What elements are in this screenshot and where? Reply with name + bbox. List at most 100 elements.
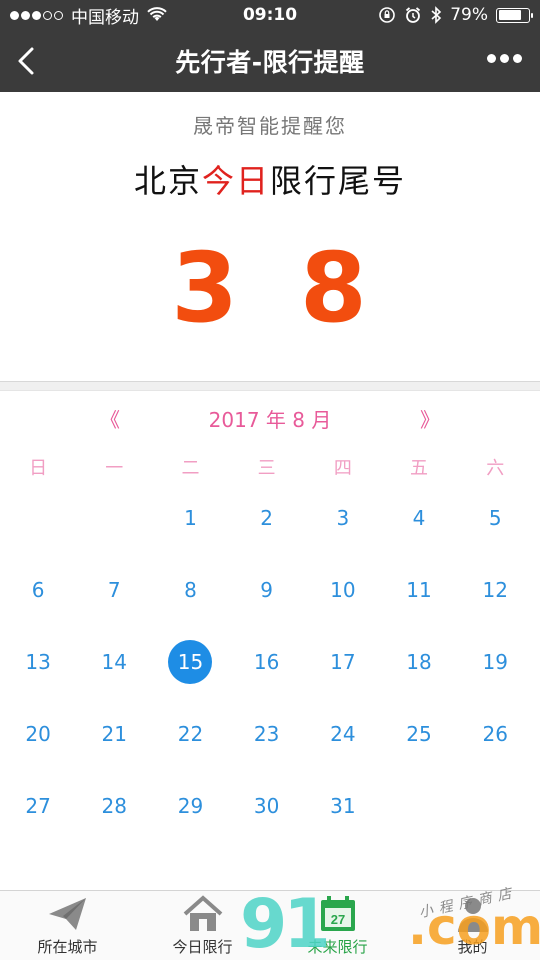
calendar-day[interactable]: 21 — [76, 698, 152, 770]
house-icon — [183, 895, 222, 931]
calendar-day[interactable]: 14 — [76, 626, 152, 698]
tab-city[interactable]: 所在城市 — [0, 891, 135, 960]
calendar-day[interactable]: 13 — [0, 626, 76, 698]
user-icon — [457, 898, 488, 932]
calendar-week-row: 1 2 3 4 5 — [0, 482, 540, 554]
city-label: 北京 — [133, 162, 202, 200]
today-label: 今日 — [201, 162, 270, 200]
calendar-day[interactable]: 27 — [0, 770, 76, 842]
tab-future[interactable]: 27 未来限行 — [270, 891, 405, 960]
calendar-day[interactable]: 31 — [305, 770, 381, 842]
calendar-day-number: 1 — [184, 506, 197, 530]
chevron-left-icon[interactable] — [14, 46, 38, 76]
calendar-day-number: 5 — [488, 506, 502, 530]
calendar-day-number: 26 — [482, 722, 508, 746]
status-bar: 中国移动 09:10 79% — [0, 0, 540, 30]
calendar-icon-badge: 27 — [330, 912, 344, 927]
calendar-day-number: 4 — [412, 506, 426, 530]
alarm-icon — [406, 7, 421, 23]
calendar-day[interactable]: 8 — [152, 554, 228, 626]
weekday-label: 二 — [181, 458, 200, 479]
calendar-day[interactable]: 6 — [0, 554, 76, 626]
calendar-day[interactable]: 2 — [229, 482, 305, 554]
calendar-day[interactable]: 7 — [76, 554, 152, 626]
calendar-day[interactable]: 23 — [229, 698, 305, 770]
calendar-day-number: 6 — [31, 578, 45, 602]
page-title: 先行者-限行提醒 — [175, 48, 365, 77]
calendar-day-number: 19 — [482, 650, 508, 674]
calendar-day-number: 13 — [25, 650, 51, 674]
calendar-day-number: 23 — [253, 722, 280, 746]
calendar-day-number: 17 — [330, 650, 356, 674]
calendar-day[interactable]: 24 — [305, 698, 381, 770]
battery-fill — [498, 10, 522, 20]
calendar-day-number: 3 — [336, 506, 350, 530]
weekday-label: 日 — [29, 458, 48, 479]
calendar-day-number: 16 — [253, 650, 280, 674]
calendar-day[interactable]: 28 — [76, 770, 152, 842]
calendar-icon: 27 — [320, 896, 355, 931]
calendar-day-number: 11 — [406, 578, 432, 602]
calendar-day[interactable]: 9 — [229, 554, 305, 626]
tab-mine-label: 我的 — [457, 938, 488, 956]
rotation-lock-icon — [379, 7, 396, 23]
calendar-day[interactable]: 3 — [305, 482, 381, 554]
calendar-day[interactable]: 17 — [305, 626, 381, 698]
weekday-label: 三 — [257, 458, 276, 479]
status-time: 09:10 — [242, 5, 298, 25]
restricted-digit-1: 3 — [171, 232, 240, 344]
calendar-day-number: 10 — [330, 578, 356, 602]
calendar-day[interactable]: 20 — [0, 698, 76, 770]
calendar-day[interactable]: 19 — [457, 626, 533, 698]
paper-plane-icon — [48, 898, 86, 930]
restricted-digit-2: 8 — [300, 232, 369, 344]
calendar-day[interactable]: 4 — [381, 482, 457, 554]
weekday-label: 六 — [486, 458, 505, 479]
wifi-icon — [147, 7, 167, 21]
calendar-empty-cell — [457, 770, 533, 842]
tab-bar: 所在城市 今日限行 27 未来限行 我的 — [0, 890, 540, 960]
calendar-day[interactable]: 29 — [152, 770, 228, 842]
more-dots-icon[interactable] — [487, 54, 522, 63]
calendar-day[interactable]: 10 — [305, 554, 381, 626]
tab-mine[interactable]: 我的 — [405, 891, 540, 960]
calendar-day[interactable]: 18 — [381, 626, 457, 698]
calendar-day-selected[interactable]: 15 — [152, 626, 228, 698]
calendar-day[interactable]: 22 — [152, 698, 228, 770]
calendar-day-number: 25 — [406, 722, 432, 746]
weekday-label: 五 — [410, 458, 429, 479]
tab-city-label: 所在城市 — [37, 938, 98, 956]
calendar-day[interactable]: 25 — [381, 698, 457, 770]
nav-bar: 先行者-限行提醒 — [0, 30, 540, 92]
weekday-label: 四 — [333, 458, 352, 479]
bluetooth-icon — [431, 6, 442, 24]
calendar-week-row: 6 7 8 9 10 11 12 — [0, 554, 540, 626]
calendar-week-row: 13 14 15 16 17 18 19 — [0, 626, 540, 698]
calendar-day-number: 12 — [482, 578, 508, 602]
calendar-day-number: 2 — [260, 506, 274, 530]
calendar-grid: 1 2 3 4 5 6 7 8 9 10 11 12 13 14 15 16 17 18 19 20 21 22 23 24 2… — [0, 482, 540, 842]
carrier-label: 中国移动 — [71, 7, 139, 28]
section-divider — [0, 381, 540, 391]
restriction-headline: 北京今日限行尾号 — [0, 156, 540, 202]
calendar-day[interactable]: 11 — [381, 554, 457, 626]
calendar-day-number: 29 — [177, 794, 204, 818]
calendar-day[interactable]: 26 — [457, 698, 533, 770]
signal-strength-icon — [10, 10, 63, 20]
calendar-day-number: 28 — [101, 794, 127, 818]
battery-icon — [496, 7, 533, 23]
next-month-button[interactable]: 》 — [420, 404, 440, 433]
month-label: 2017 年 8 月 — [208, 408, 332, 432]
prev-month-button[interactable]: 《 — [100, 404, 120, 433]
tab-today[interactable]: 今日限行 — [135, 891, 270, 960]
weekday-header: 日一二三四五六 — [0, 454, 540, 480]
status-right: 79% — [378, 5, 533, 25]
calendar-day[interactable]: 1 — [152, 482, 228, 554]
status-left: 中国移动 — [10, 3, 167, 28]
calendar-day[interactable]: 5 — [457, 482, 533, 554]
calendar-day[interactable]: 16 — [229, 626, 305, 698]
calendar-day[interactable]: 12 — [457, 554, 533, 626]
headline-suffix: 限行尾号 — [270, 162, 407, 200]
calendar-day-number: 20 — [25, 722, 51, 746]
calendar-day[interactable]: 30 — [229, 770, 305, 842]
